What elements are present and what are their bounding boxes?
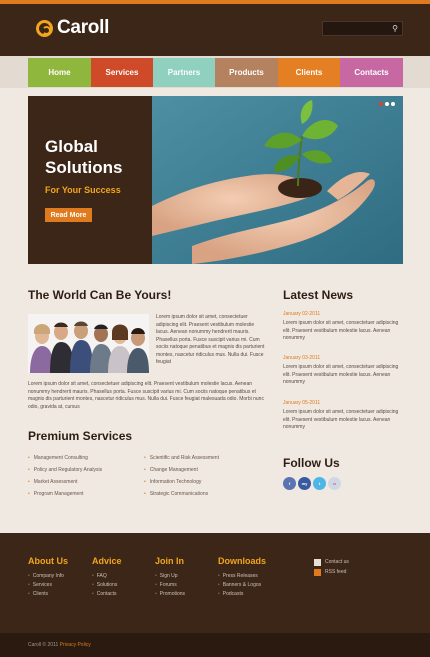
news-date-link[interactable]: January 05-2011 xyxy=(283,400,405,406)
intro-body-text: Lorem ipsum dolor sit amet, consectetuer… xyxy=(28,381,264,410)
footer-col-downloads: Downloads • Press Releases • Banners & Log… xyxy=(218,556,266,598)
footer-link[interactable]: • Company Info xyxy=(28,571,68,580)
privacy-policy-link[interactable]: Privacy Policy xyxy=(60,642,91,648)
slider-dot-1[interactable] xyxy=(379,102,383,106)
business-team-photo xyxy=(28,314,149,373)
nav-item-services[interactable]: Services xyxy=(91,58,153,87)
service-link[interactable]: • Policy and Regulatory Analysis xyxy=(28,464,102,476)
rss-feed-link[interactable]: RSS feed xyxy=(314,567,349,577)
logo-text: Caroll xyxy=(57,17,110,38)
nav-item-partners[interactable]: Partners xyxy=(153,58,215,87)
footer-contact: Contact us RSS feed xyxy=(314,557,349,577)
footer-link[interactable]: • Podcasts xyxy=(218,589,266,598)
news-date-link[interactable]: January 03-2011 xyxy=(283,355,405,361)
news-heading: Latest News xyxy=(283,288,354,302)
main-nav: Home Services Partners Products Clients … xyxy=(28,58,403,87)
footer-link[interactable]: • Services xyxy=(28,580,68,589)
news-item: January 05-2011 Lorem ipsum dolor sit am… xyxy=(283,400,405,432)
contact-us-link[interactable]: Contact us xyxy=(314,557,349,567)
flickr-icon[interactable]: •• xyxy=(328,477,341,490)
service-link[interactable]: • Information Technology xyxy=(144,476,219,488)
slider-dot-3[interactable] xyxy=(391,102,395,106)
slider-dot-2[interactable] xyxy=(385,102,389,106)
news-item: January 03-2011 Lorem ipsum dolor sit am… xyxy=(283,355,405,387)
copyright: Caroll © 2011 Privacy Policy xyxy=(28,642,91,648)
footer-link[interactable]: • Banners & Logos xyxy=(218,580,266,589)
search-input[interactable] xyxy=(323,26,389,39)
facebook-icon[interactable]: f xyxy=(283,477,296,490)
slider-text-panel xyxy=(28,96,152,264)
envelope-icon xyxy=(314,558,321,566)
twitter-icon[interactable]: t xyxy=(313,477,326,490)
intro-side-text: Lorem ipsum dolor sit amet, consectetuer… xyxy=(156,314,265,365)
service-link[interactable]: • Strategic Communications xyxy=(144,488,219,500)
slide-subtitle: For Your Success xyxy=(45,185,121,195)
services-list-right: • Scientific and Risk Assessment • Change … xyxy=(144,452,219,500)
site-logo[interactable]: Caroll xyxy=(36,17,109,39)
rss-icon xyxy=(314,568,321,576)
intro-heading: The World Can Be Yours! xyxy=(28,288,172,302)
news-date-link[interactable]: January 02-2011 xyxy=(283,311,405,317)
footer-col-advice: Advice • FAQ • Solutions • Contacts xyxy=(92,556,122,598)
footer-link[interactable]: • Contacts xyxy=(92,589,122,598)
footer-col-title: Join In xyxy=(155,556,184,566)
hands-holding-seedling-image xyxy=(152,96,403,264)
footer-link[interactable]: • FAQ xyxy=(92,571,122,580)
hero-slider: Global Solutions For Your Success Read M… xyxy=(28,96,403,264)
services-list-left: • Management Consulting • Policy and Regul… xyxy=(28,452,102,500)
slide-title: Global Solutions xyxy=(45,137,123,177)
footer-col-join: Join In • Sign Up • Forums • Promotions xyxy=(155,556,185,598)
footer-link[interactable]: • Sign Up xyxy=(155,571,185,580)
footer-col-title: About Us xyxy=(28,556,68,566)
nav-item-clients[interactable]: Clients xyxy=(278,58,340,87)
myspace-icon[interactable]: my xyxy=(298,477,311,490)
service-link[interactable]: • Scientific and Risk Assessment xyxy=(144,452,219,464)
services-heading: Premium Services xyxy=(28,429,133,443)
nav-item-products[interactable]: Products xyxy=(215,58,278,87)
search-box: ⚲ xyxy=(322,21,403,39)
read-more-button[interactable]: Read More xyxy=(45,208,92,222)
service-link[interactable]: • Program Management xyxy=(28,488,102,500)
footer-link[interactable]: • Promotions xyxy=(155,589,185,598)
footer-link[interactable]: • Forums xyxy=(155,580,185,589)
footer-link[interactable]: • Solutions xyxy=(92,580,122,589)
nav-item-contacts[interactable]: Contacts xyxy=(340,58,403,87)
nav-item-home[interactable]: Home xyxy=(28,58,91,87)
footer-col-title: Advice xyxy=(92,556,122,566)
footer-col-about: About Us • Company Info • Services • Client… xyxy=(28,556,68,598)
service-link[interactable]: • Market Assessment xyxy=(28,476,102,488)
follow-heading: Follow Us xyxy=(283,456,340,470)
news-item: January 02-2011 Lorem ipsum dolor sit am… xyxy=(283,311,405,343)
logo-ring-icon xyxy=(36,19,53,37)
slider-pager xyxy=(379,102,395,106)
service-link[interactable]: • Management Consulting xyxy=(28,452,102,464)
service-link[interactable]: • Change Management xyxy=(144,464,219,476)
footer-col-title: Downloads xyxy=(218,556,267,566)
news-text: Lorem ipsum dolor sit amet, consectetuer… xyxy=(283,364,399,385)
news-text: Lorem ipsum dolor sit amet, consectetuer… xyxy=(283,409,399,430)
news-text: Lorem ipsum dolor sit amet, consectetuer… xyxy=(283,320,399,341)
magnifier-icon[interactable]: ⚲ xyxy=(392,24,398,33)
social-icons: f my t •• xyxy=(283,477,341,490)
footer-link[interactable]: • Clients xyxy=(28,589,68,598)
footer-link[interactable]: • Press Releases xyxy=(218,571,266,580)
